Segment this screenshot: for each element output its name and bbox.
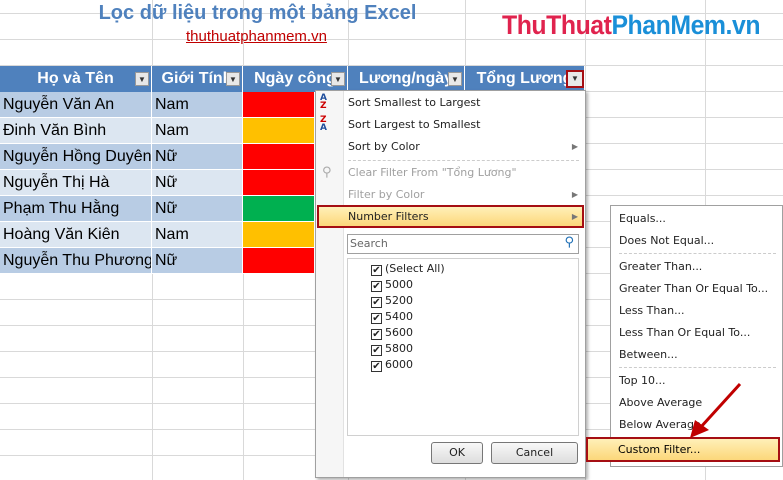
filter-value-item[interactable]: ✔ 5600 xyxy=(371,325,413,341)
menu-gutter xyxy=(316,91,344,477)
separator xyxy=(619,367,776,368)
filter-value-item[interactable]: ✔ 6000 xyxy=(371,357,413,373)
cell-gender[interactable]: Nữ xyxy=(152,196,243,222)
sort-ascending[interactable]: Sort Smallest to Largest xyxy=(348,92,578,114)
search-input[interactable]: Search ⚲ xyxy=(347,234,579,254)
checkbox-checked-icon[interactable]: ✔ xyxy=(371,297,382,308)
site-link[interactable]: thuthuatphanmem.vn xyxy=(186,28,327,45)
cell-gender[interactable]: Nữ xyxy=(152,144,243,170)
filter-menu: AZ ZA ⚲ Sort Smallest to Largest Sort La… xyxy=(315,90,586,478)
submenu-item[interactable]: Does Not Equal... xyxy=(619,230,714,252)
submenu-item[interactable]: Greater Than... xyxy=(619,256,702,278)
logo: ThuThuatPhanMem.vn xyxy=(502,10,761,40)
item-label: 5200 xyxy=(385,294,413,307)
header-ngay-cong: Ngày công ▼ xyxy=(243,66,348,92)
cell-name[interactable]: Nguyễn Văn An xyxy=(0,92,152,118)
submenu-item[interactable]: Equals... xyxy=(619,208,666,230)
cell-gender[interactable]: Nữ xyxy=(152,248,243,274)
filter-value-item[interactable]: ✔ (Select All) xyxy=(371,261,445,277)
checkbox-checked-icon[interactable]: ✔ xyxy=(371,361,382,372)
header-ho-ten: Họ và Tên ▼ xyxy=(0,66,152,92)
checkbox-checked-icon[interactable]: ✔ xyxy=(371,265,382,276)
header-gioi-tinh: Giới Tính ▼ xyxy=(152,66,243,92)
header-tong-luong: Tổng Lương ▼ xyxy=(465,66,585,92)
cell-name[interactable]: Đinh Văn Bình xyxy=(0,118,152,144)
checkbox-checked-icon[interactable]: ✔ xyxy=(371,329,382,340)
arrow-annotation-icon xyxy=(690,382,742,438)
cell-ngay-cong[interactable] xyxy=(243,196,315,222)
cell-name[interactable]: Nguyễn Thu Phương xyxy=(0,248,152,274)
item-label: 5800 xyxy=(385,342,413,355)
filter-dropdown-button[interactable]: ▼ xyxy=(448,72,462,86)
cell-ngay-cong[interactable] xyxy=(243,144,315,170)
header-luong-ngay: Lương/ngày ▼ xyxy=(348,66,465,92)
checkbox-checked-icon[interactable]: ✔ xyxy=(371,313,382,324)
filter-value-item[interactable]: ✔ 5200 xyxy=(371,293,413,309)
ok-button[interactable]: OK xyxy=(431,442,483,464)
item-label: 5000 xyxy=(385,278,413,291)
cell-gender[interactable]: Nam xyxy=(152,222,243,248)
filter-value-item[interactable]: ✔ 5000 xyxy=(371,277,413,293)
filter-value-item[interactable]: ✔ 5400 xyxy=(371,309,413,325)
separator xyxy=(348,160,579,161)
chevron-right-icon: ▶ xyxy=(571,142,578,151)
sort-by-color[interactable]: Sort by Color ▶ xyxy=(348,136,578,158)
search-icon: ⚲ xyxy=(564,235,574,250)
submenu-item[interactable]: Less Than Or Equal To... xyxy=(619,322,750,344)
chevron-right-icon: ▶ xyxy=(571,190,578,199)
number-filters[interactable]: Number Filters ▶ xyxy=(348,206,578,228)
cell-name[interactable]: Hoàng Văn Kiên xyxy=(0,222,152,248)
filter-dropdown-button[interactable]: ▼ xyxy=(226,72,240,86)
filter-dropdown-button-active[interactable]: ▼ xyxy=(566,70,584,88)
cell-ngay-cong[interactable] xyxy=(243,118,315,144)
cell-gender[interactable]: Nữ xyxy=(152,170,243,196)
item-label: 5600 xyxy=(385,326,413,339)
item-label: 5400 xyxy=(385,310,413,323)
cell-name[interactable]: Nguyễn Hồng Duyên xyxy=(0,144,152,170)
checkbox-checked-icon[interactable]: ✔ xyxy=(371,345,382,356)
submenu-custom-filter[interactable]: Custom Filter... xyxy=(618,439,700,461)
cell-ngay-cong[interactable] xyxy=(243,170,315,196)
cell-ngay-cong[interactable] xyxy=(243,92,315,118)
sort-asc-icon: AZ xyxy=(320,93,327,111)
filter-dropdown-button[interactable]: ▼ xyxy=(135,72,149,86)
cancel-button[interactable]: Cancel xyxy=(491,442,578,464)
cell-gender[interactable]: Nam xyxy=(152,92,243,118)
filter-value-item[interactable]: ✔ 5800 xyxy=(371,341,413,357)
separator xyxy=(619,253,776,254)
values-list: ✔ (Select All) ✔ 5000 ✔ 5200 ✔ 5400 ✔ 5600 ✔ 5800 ✔ 6… xyxy=(347,258,579,436)
submenu-item[interactable]: Greater Than Or Equal To... xyxy=(619,278,768,300)
chevron-right-icon: ▶ xyxy=(571,212,578,221)
submenu-item[interactable]: Between... xyxy=(619,344,678,366)
filter-dropdown-button[interactable]: ▼ xyxy=(331,72,345,86)
item-label: 6000 xyxy=(385,358,413,371)
sort-desc-icon: ZA xyxy=(320,115,327,133)
checkbox-checked-icon[interactable]: ✔ xyxy=(371,281,382,292)
filter-by-color: Filter by Color ▶ xyxy=(348,184,578,206)
clear-filter: Clear Filter From "Tổng Lương" xyxy=(348,166,517,179)
sort-descending[interactable]: Sort Largest to Smallest xyxy=(348,114,578,136)
cell-name[interactable]: Nguyễn Thị Hà xyxy=(0,170,152,196)
item-label: (Select All) xyxy=(385,262,445,275)
submenu-item[interactable]: Less Than... xyxy=(619,300,685,322)
cell-name[interactable]: Phạm Thu Hằng xyxy=(0,196,152,222)
sheet-title: Lọc dữ liệu trong một bảng Excel xyxy=(98,2,417,24)
cell-ngay-cong[interactable] xyxy=(243,222,315,248)
cell-gender[interactable]: Nam xyxy=(152,118,243,144)
submenu-item[interactable]: Top 10... xyxy=(619,370,666,392)
clear-filter-icon: ⚲ xyxy=(322,165,332,180)
cell-ngay-cong[interactable] xyxy=(243,248,315,274)
